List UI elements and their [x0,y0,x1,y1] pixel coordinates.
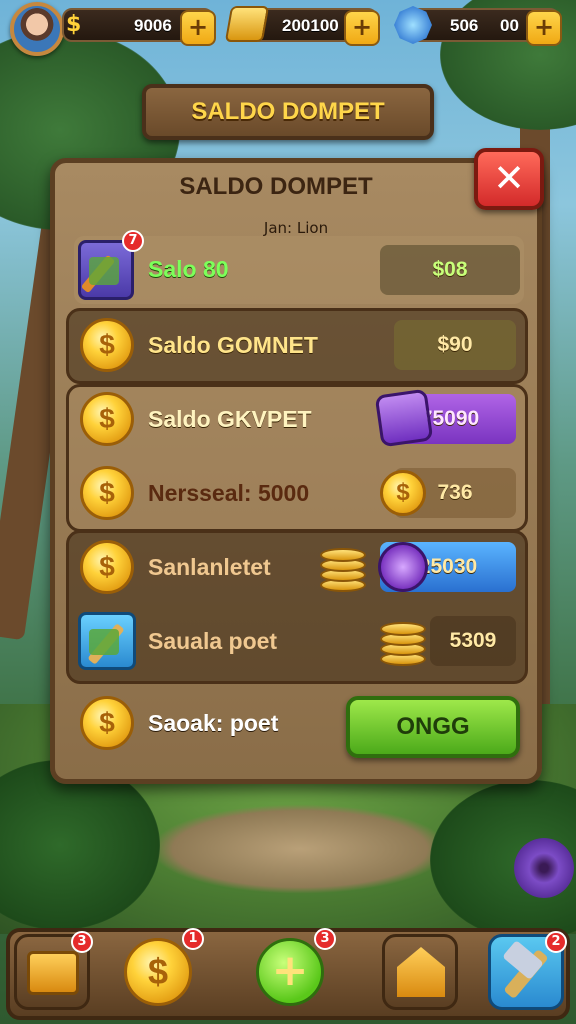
wallet-row[interactable]: $ Saldo GOMNET $90 [74,312,524,380]
player-avatar[interactable] [10,2,64,56]
row-label: Saldo GKVPET [148,406,312,432]
dollar-icon: $ [66,12,82,37]
purple-orb-icon [378,542,428,592]
currency-gem-value-2: 00 [500,16,519,35]
purple-flower-icon [514,838,574,898]
nav-badge: 3 [314,928,336,950]
top-resource-bar: $ 9006 + 200100 + 506 00 + [0,0,576,56]
nav-badge: 1 [182,928,204,950]
gem-icon [394,6,432,44]
nav-badge: 3 [71,931,93,953]
currency-dollar: $ 9006 + [62,8,216,46]
currency-gem-value: 506 [450,16,479,35]
coin-icon: $ [80,696,134,750]
currency-gem: 506 00 + [410,8,562,46]
panel-title: SALDO DOMPET [179,173,373,200]
page-title: SALDO DOMPET [142,84,434,140]
add-dollar-button[interactable]: + [180,10,216,46]
wallet-row[interactable]: $ Nersseal: 5000 736 $ [74,460,524,528]
currency-gold: 200100 + [250,8,380,46]
plus-icon: + [256,938,324,1006]
gold-bars-icon [224,6,270,42]
row-label: Sauala poet [148,628,278,654]
close-button[interactable]: ✕ [474,148,544,210]
wallet-row[interactable]: $ Saldo GKVPET 75090 [74,386,524,454]
nav-add-button[interactable]: + 3 [254,928,336,1010]
house-icon [397,947,445,997]
add-gem-button[interactable]: + [526,10,562,46]
coin-stack-icon [380,618,426,668]
coin-icon: $ [80,392,134,446]
coin-icon: $ [80,318,134,372]
wallet-row[interactable]: Sauala poet 5309 [74,608,524,676]
treasure-chest-icon [27,951,79,995]
nav-badge: 2 [545,931,567,953]
coin-icon: $ [124,938,192,1006]
sword-card-icon [78,612,136,670]
row-label: Nersseal: 5000 [148,480,310,506]
coin-icon: $ [380,470,426,516]
confirm-button[interactable]: ONGG [346,696,520,758]
row-value: 5309 [430,616,516,666]
coin-stack-icon [320,544,366,594]
add-gold-button[interactable]: + [344,10,380,46]
dirt-path [150,804,450,894]
nav-home-button[interactable] [382,934,458,1010]
wallet-row[interactable]: 7 Salo 80 $08 [74,230,524,304]
purple-gem-icon [374,388,434,448]
coin-icon: $ [80,466,134,520]
row-value: $08 [380,245,520,295]
row-label: Saldo GOMNET [148,332,318,358]
row-label: Saoak: poet [148,710,279,736]
currency-gold-value: 200100 [282,16,339,35]
row-label: Sanlanletet [148,554,271,580]
coin-icon: $ [80,540,134,594]
nav-craft-button[interactable]: 2 [488,931,567,1010]
currency-dollar-value: 9006 [134,16,172,35]
nav-chest-button[interactable]: 3 [14,931,93,1010]
row-badge: 7 [122,230,144,252]
wallet-row[interactable]: $ Sanlanletet 25030 [74,534,524,602]
row-value: $90 [394,320,516,370]
nav-coin-button[interactable]: $ 1 [122,928,204,1010]
row-label: Salo 80 [148,256,229,282]
